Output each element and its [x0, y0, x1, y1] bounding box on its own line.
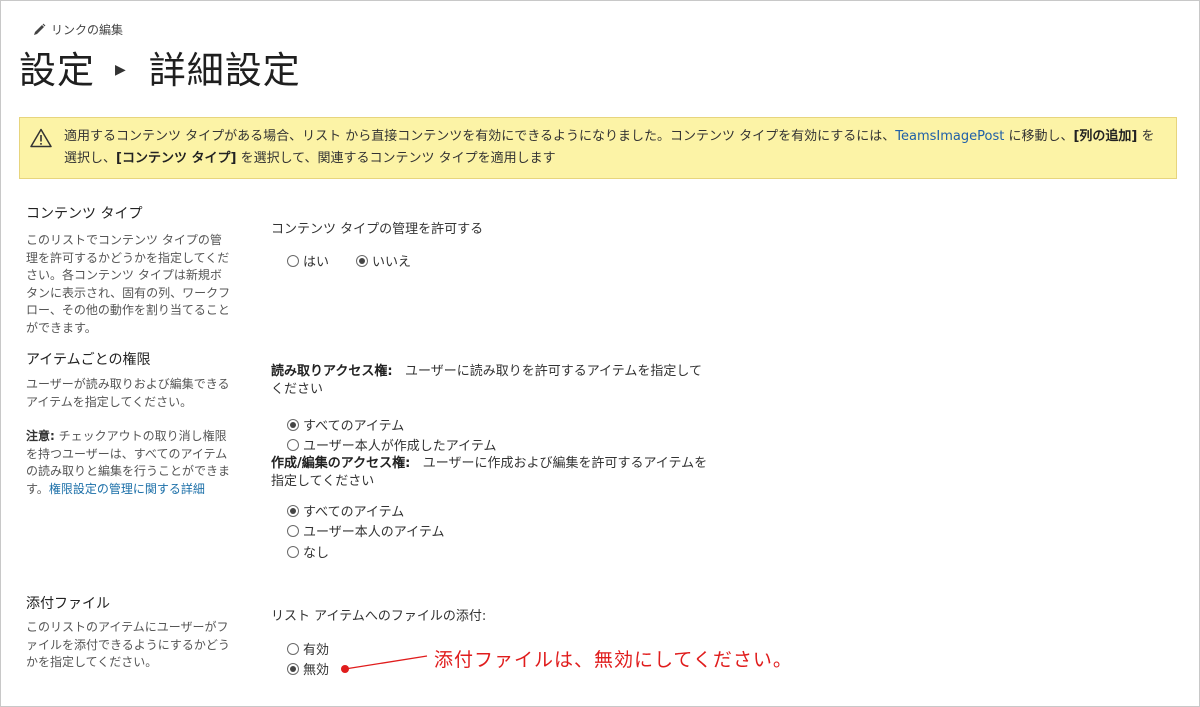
annotation-text: 添付ファイルは、無効にしてください。: [434, 649, 793, 671]
annotation-pointer: [341, 655, 428, 673]
